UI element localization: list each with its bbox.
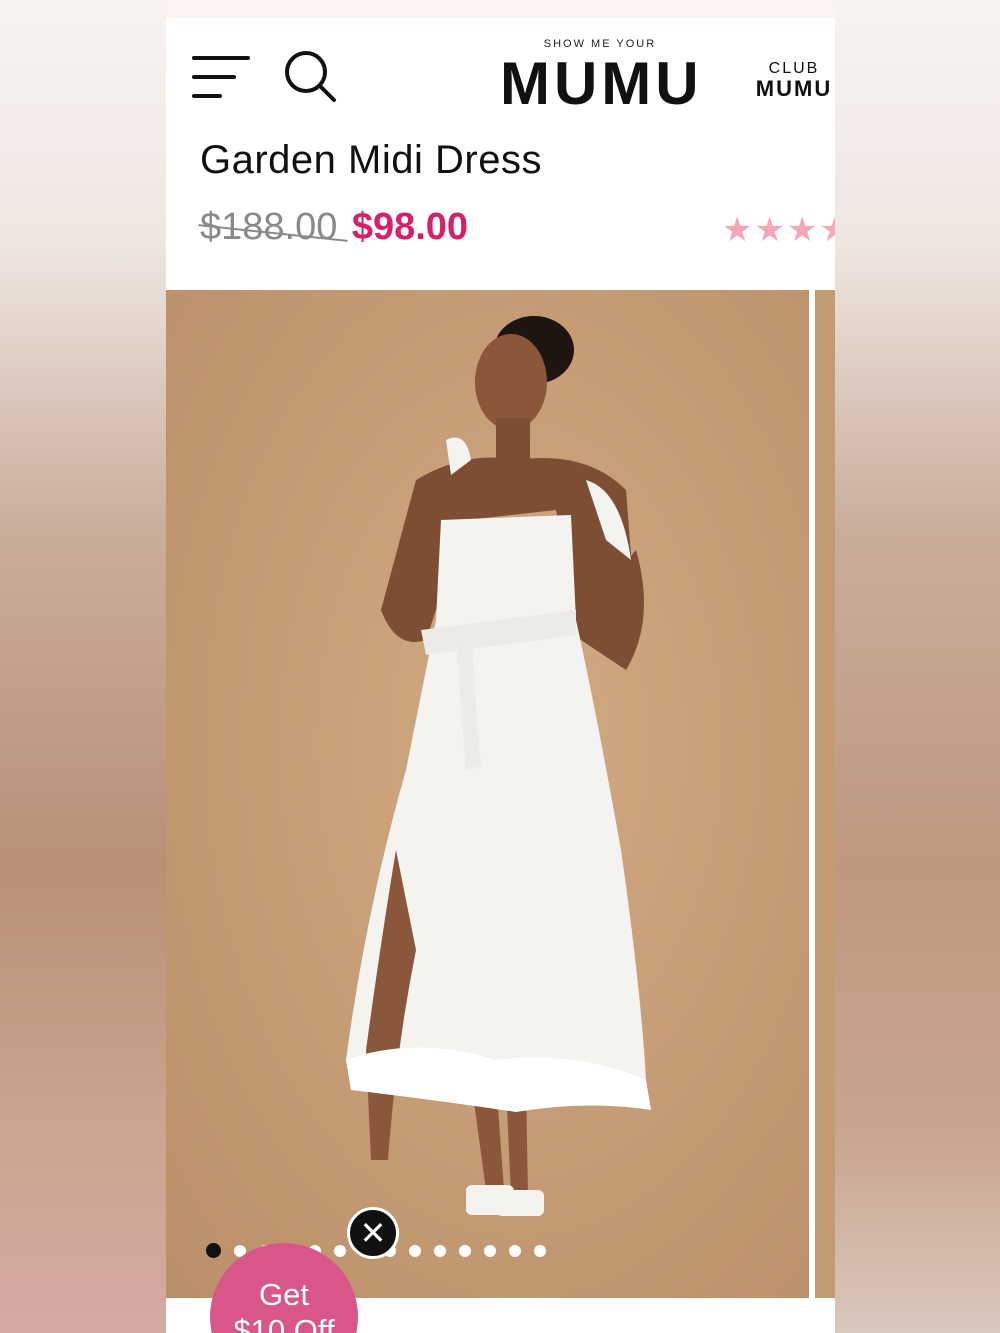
product-photo-model-white-dress[interactable] (166, 290, 809, 1298)
logo-wordmark: MUMU (500, 50, 703, 117)
pagination-dot[interactable] (434, 1245, 446, 1257)
pagination-dot[interactable] (484, 1245, 496, 1257)
next-photo-peek[interactable] (815, 290, 835, 1298)
model-illustration (166, 290, 809, 1298)
status-strip (166, 0, 835, 18)
product-title: Garden Midi Dress (200, 138, 542, 182)
original-price: $188.00 (200, 206, 338, 248)
promo-line-1: Get (259, 1277, 309, 1312)
pagination-dot[interactable] (509, 1245, 521, 1257)
rating-stars[interactable]: ★★★★ (722, 210, 835, 250)
pagination-dot[interactable] (334, 1245, 346, 1257)
club-name: MUMU (755, 76, 833, 101)
product-image-gallery[interactable]: ✕ (166, 290, 835, 1298)
hamburger-menu-icon[interactable] (192, 56, 252, 100)
club-mumu-link[interactable]: CLUB MUMU (754, 60, 834, 100)
promo-line-2: $10 Off (233, 1313, 335, 1333)
search-icon[interactable] (282, 48, 338, 104)
logo-tagline: SHOW ME YOUR (543, 38, 657, 50)
pagination-dot[interactable] (534, 1245, 546, 1257)
close-popup-icon[interactable]: ✕ (347, 1207, 399, 1259)
pagination-dot[interactable] (206, 1243, 221, 1258)
price-block: $188.00 $98.00 (200, 206, 468, 256)
pagination-dot[interactable] (409, 1245, 421, 1257)
background-blur-right (835, 0, 1000, 1333)
background-blur-left (0, 0, 166, 1333)
phone-screen: SHOW ME YOUR MUMU CLUB MUMU Garden Midi … (166, 0, 835, 1333)
site-logo[interactable]: SHOW ME YOUR MUMU (500, 38, 700, 116)
sale-price: $98.00 (351, 206, 469, 248)
site-header: SHOW ME YOUR MUMU CLUB MUMU (166, 18, 835, 138)
pagination-dot[interactable] (459, 1245, 471, 1257)
